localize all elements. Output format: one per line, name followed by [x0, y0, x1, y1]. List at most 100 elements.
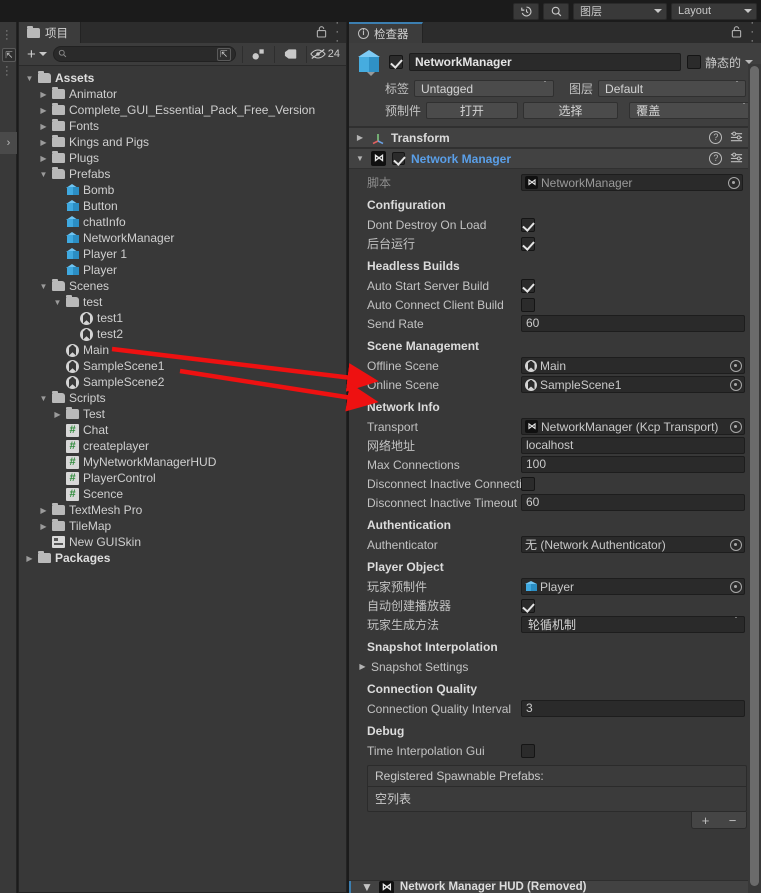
online-scene-object-field[interactable]: SampleScene1	[521, 376, 745, 393]
chevron-right-icon[interactable]: ▶	[25, 554, 34, 563]
hidden-assets-toggle[interactable]: 24	[310, 48, 344, 60]
help-icon[interactable]: ?	[709, 131, 723, 144]
help-icon[interactable]: ?	[709, 152, 723, 165]
tree-item-networkmanager[interactable]: ▶ NetworkManager	[19, 230, 346, 246]
tree-item-mynetworkmanagerhud[interactable]: ▶ # MyNetworkManagerHUD	[19, 454, 346, 470]
tree-item-new-guiskin[interactable]: ▶ New GUISkin	[19, 534, 346, 550]
create-asset-button[interactable]: +	[21, 47, 50, 62]
chevron-right-icon[interactable]: ▶	[39, 138, 48, 147]
tree-item-complete-gui-essential-pack-free-version[interactable]: ▶ Complete_GUI_Essential_Pack_Free_Versio…	[19, 102, 346, 118]
expand-panel-button[interactable]: ›	[0, 132, 17, 154]
object-picker-icon[interactable]	[730, 359, 742, 372]
chevron-down-icon[interactable]: ▼	[39, 170, 48, 179]
max-connections-input[interactable]: 100	[521, 456, 745, 473]
static-checkbox[interactable]	[686, 55, 701, 69]
auto-create-player-checkbox[interactable]	[521, 598, 535, 613]
tree-item-scence[interactable]: ▶ # Scence	[19, 486, 346, 502]
save-search-icon[interactable]: ⇱	[216, 47, 231, 61]
component-header-transform[interactable]: ▶ Transform ?	[349, 123, 761, 152]
tree-item-playercontrol[interactable]: ▶ # PlayerControl	[19, 470, 346, 486]
player-prefab-object-field[interactable]: Player	[521, 578, 745, 595]
tree-item-test[interactable]: ▶ Test	[19, 406, 346, 422]
layers-dropdown[interactable]: 图层	[573, 2, 667, 20]
auto-connect-client-build-checkbox[interactable]	[521, 297, 535, 312]
chevron-right-icon[interactable]: ▶	[39, 90, 48, 99]
tree-item-main[interactable]: ▶ Main	[19, 342, 346, 358]
run-in-background-checkbox[interactable]	[521, 236, 535, 251]
authenticator-object-field[interactable]: 无 (Network Authenticator)	[521, 536, 745, 553]
tree-item-test2[interactable]: ▶ test2	[19, 326, 346, 342]
auto-start-server-build-checkbox[interactable]	[521, 278, 535, 293]
layer-dropdown[interactable]: Default	[598, 80, 747, 97]
network-address-input[interactable]: localhost	[521, 437, 745, 454]
preset-icon[interactable]	[730, 151, 743, 167]
tree-item-tilemap[interactable]: ▶ TileMap	[19, 518, 346, 534]
tree-item-samplescene2[interactable]: ▶ SampleScene2	[19, 374, 346, 390]
gameobject-enabled-checkbox[interactable]	[389, 55, 403, 69]
list-remove-button[interactable]: −	[729, 813, 737, 828]
kebab-menu-icon[interactable]: ···	[750, 18, 754, 47]
prefab-select-button[interactable]: 选择	[522, 102, 619, 119]
tree-item-plugs[interactable]: ▶ Plugs	[19, 150, 346, 166]
tag-dropdown[interactable]: Untagged	[414, 80, 555, 97]
tree-item-chat[interactable]: ▶ # Chat	[19, 422, 346, 438]
kebab-menu-icon[interactable]: ···	[5, 62, 9, 81]
tree-item-samplescene1[interactable]: ▶ SampleScene1	[19, 358, 346, 374]
chevron-right-icon[interactable]: ▶	[39, 522, 48, 531]
tree-item-textmesh-pro[interactable]: ▶ TextMesh Pro	[19, 502, 346, 518]
object-picker-icon[interactable]	[730, 580, 742, 593]
player-spawn-method-dropdown[interactable]: 轮循机制	[521, 616, 745, 633]
search-icon[interactable]	[543, 2, 569, 20]
history-icon[interactable]	[513, 2, 539, 20]
chevron-down-icon[interactable]: ▼	[39, 282, 48, 291]
prefab-open-button[interactable]: 打开	[426, 102, 518, 119]
object-picker-icon[interactable]	[728, 176, 740, 189]
tree-item-chatinfo[interactable]: ▶ chatInfo	[19, 214, 346, 230]
chevron-down-icon[interactable]: ▼	[361, 881, 373, 893]
tree-item-prefabs[interactable]: ▼ Prefabs	[19, 166, 346, 182]
tree-item-createplayer[interactable]: ▶ # createplayer	[19, 438, 346, 454]
tree-item-test[interactable]: ▼ test	[19, 294, 346, 310]
component-header-network-manager[interactable]: ▼ ⋈ Network Manager ? ···	[349, 144, 761, 173]
connection-quality-interval-input[interactable]: 3	[521, 700, 745, 717]
tree-item-scripts[interactable]: ▼ Scripts	[19, 390, 346, 406]
tree-item-button[interactable]: ▶ Button	[19, 198, 346, 214]
tree-item-fonts[interactable]: ▶ Fonts	[19, 118, 346, 134]
tree-item-bomb[interactable]: ▶ Bomb	[19, 182, 346, 198]
tab-project[interactable]: 项目	[19, 22, 81, 43]
chevron-down-icon[interactable]: ▼	[39, 394, 48, 403]
tree-item-animator[interactable]: ▶ Animator	[19, 86, 346, 102]
tree-item-assets[interactable]: ▼ Assets	[19, 70, 346, 86]
lock-open-icon[interactable]	[731, 25, 742, 41]
component-header-network-manager-hud[interactable]: ▼ ⋈ Network Manager HUD (Removed) ···	[349, 880, 761, 893]
tag-icon[interactable]	[278, 48, 303, 61]
collapsed-panel-icon[interactable]: ⇱	[2, 48, 16, 62]
disconnect-inactive-timeout-input[interactable]: 60	[521, 494, 745, 511]
time-interpolation-gui-checkbox[interactable]	[521, 743, 535, 758]
foldout-snapshot-settings[interactable]: ▶ Snapshot Settings	[349, 657, 761, 676]
inspector-scrollbar[interactable]	[748, 64, 761, 893]
scrollbar-thumb[interactable]	[750, 66, 759, 886]
object-picker-icon[interactable]	[730, 538, 742, 551]
chevron-down-icon[interactable]: ▼	[355, 154, 365, 163]
lock-open-icon[interactable]	[316, 25, 327, 41]
tree-item-player[interactable]: ▶ Player	[19, 262, 346, 278]
list-add-button[interactable]: +	[702, 813, 710, 828]
gameobject-name-field[interactable]: NetworkManager	[409, 53, 681, 71]
disconnect-inactive-connections-checkbox[interactable]	[521, 476, 535, 491]
object-picker-icon[interactable]	[730, 420, 742, 433]
chevron-right-icon[interactable]: ▶	[39, 506, 48, 515]
send-rate-input[interactable]: 60	[521, 315, 745, 332]
search-field[interactable]	[70, 48, 213, 60]
chevron-right-icon[interactable]: ▶	[39, 122, 48, 131]
chevron-right-icon[interactable]: ▶	[39, 106, 48, 115]
chevron-down-icon[interactable]: ▼	[25, 74, 34, 83]
kebab-menu-icon[interactable]: ···	[335, 18, 339, 47]
preset-icon[interactable]	[730, 130, 743, 146]
tree-item-packages[interactable]: ▶ Packages	[19, 550, 346, 566]
script-object-field[interactable]: ⋈ NetworkManager	[521, 174, 743, 191]
offline-scene-object-field[interactable]: Main	[521, 357, 745, 374]
transport-object-field[interactable]: ⋈ NetworkManager (Kcp Transport)	[521, 418, 745, 435]
dont-destroy-on-load-checkbox[interactable]	[521, 217, 535, 232]
tree-item-test1[interactable]: ▶ test1	[19, 310, 346, 326]
